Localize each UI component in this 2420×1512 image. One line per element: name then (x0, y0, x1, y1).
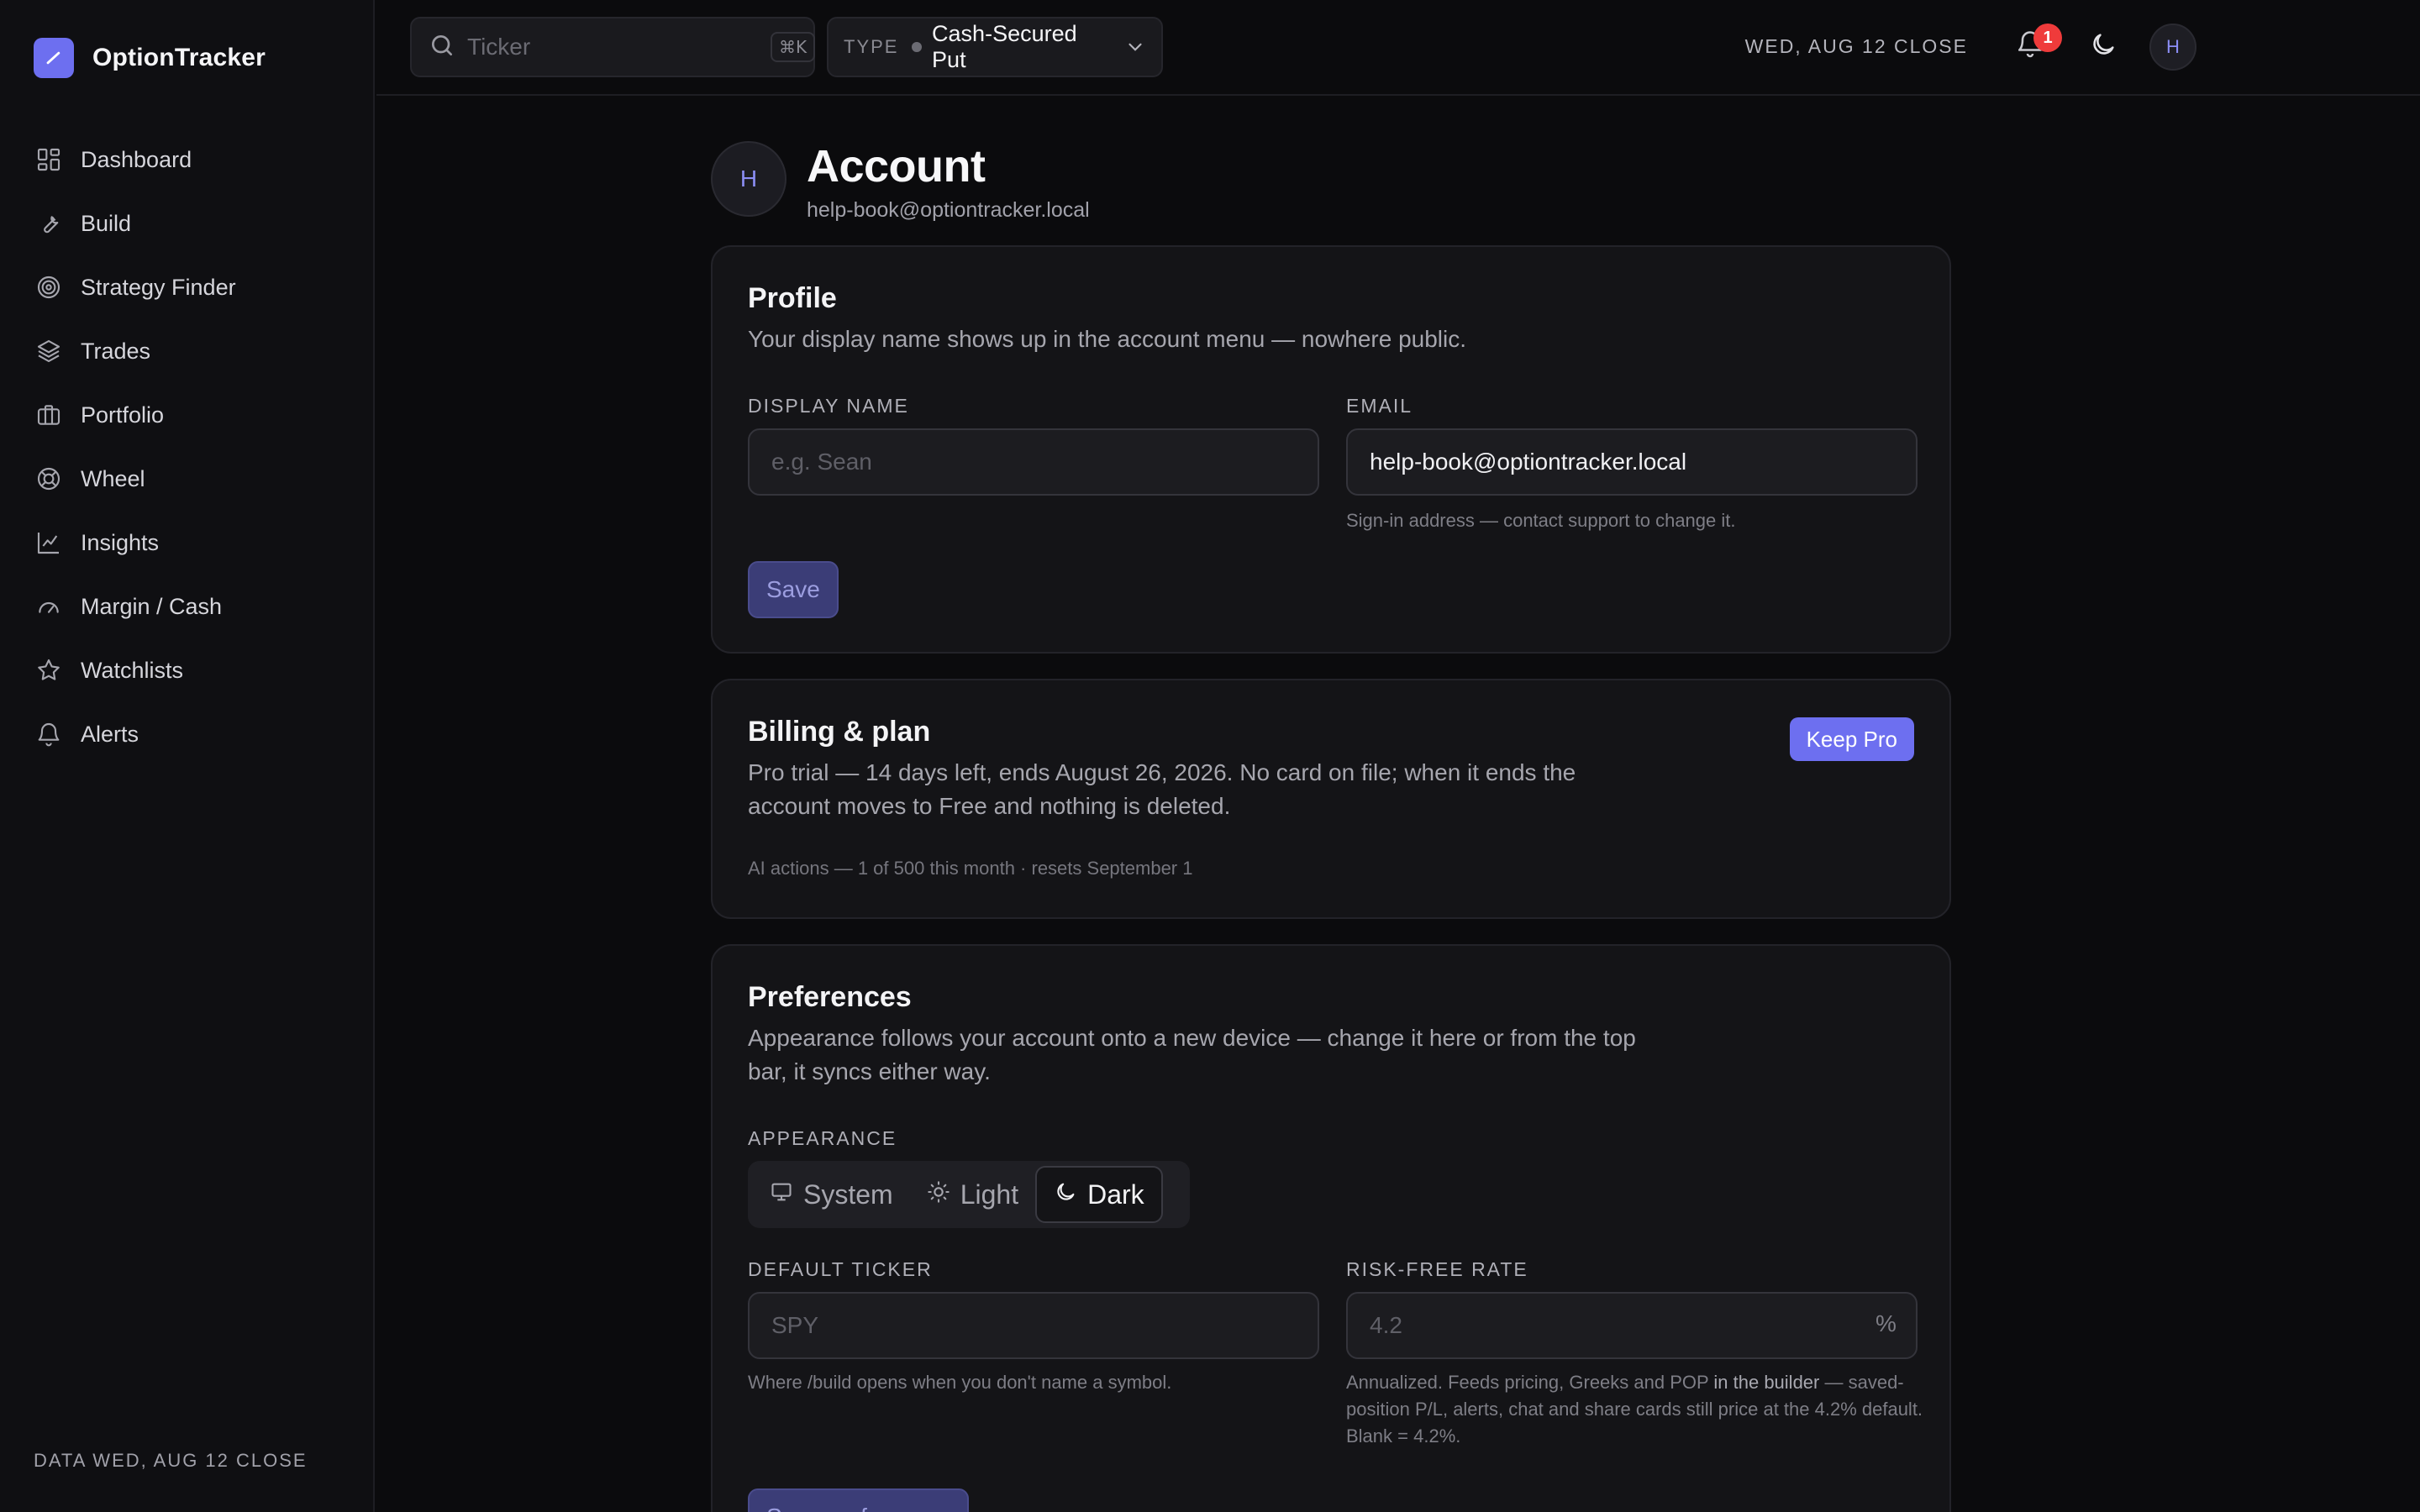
bell-icon (34, 719, 64, 749)
billing-description: Pro trial — 14 days left, ends August 26… (748, 759, 1576, 819)
type-value: Cash-Secured Put (932, 21, 1077, 72)
sidebar-data-status: DATA WED, AUG 12 CLOSE (34, 1450, 308, 1471)
appearance-toggle: System Light Dark (748, 1161, 1190, 1228)
theme-toggle-button[interactable] (2089, 30, 2123, 64)
sidebar-item-insights[interactable]: Insights (34, 511, 353, 575)
sidebar-item-wheel[interactable]: Wheel (34, 447, 353, 511)
notifications-button[interactable]: 1 (2015, 24, 2062, 64)
monitor-icon (770, 1179, 803, 1210)
gauge-icon (34, 591, 64, 622)
search-input[interactable] (467, 34, 771, 60)
sidebar-item-label: Strategy Finder (81, 274, 236, 300)
sidebar-item-label: Build (81, 210, 132, 236)
default-ticker-hint: Where /build opens when you don't name a… (748, 1372, 1172, 1393)
sidebar-item-label: Alerts (81, 721, 139, 747)
user-menu-avatar[interactable]: H (2149, 24, 2196, 71)
search-icon (429, 32, 455, 63)
default-ticker-field[interactable] (748, 1292, 1319, 1359)
moon-icon (2089, 34, 2118, 62)
star-icon (34, 655, 64, 685)
topbar: ⌘K TYPE Cash-Secured Put WED, AUG 12 CLO… (376, 0, 2420, 96)
brand[interactable]: OptionTracker (34, 38, 266, 78)
sun-icon (927, 1179, 960, 1210)
appearance-option-dark[interactable]: Dark (1035, 1166, 1163, 1223)
email-field[interactable] (1346, 428, 1918, 496)
profile-title: Profile (748, 282, 837, 314)
account-email: help-book@optiontracker.local (807, 198, 1090, 222)
risk-free-rate-unit: % (1876, 1310, 1897, 1336)
hint-emphasis: in the builder (1713, 1372, 1820, 1393)
grid-icon (34, 144, 64, 175)
sidebar-item-build[interactable]: Build (34, 192, 353, 255)
billing-card: Billing & plan Pro trial — 14 days left,… (711, 679, 1951, 919)
save-preferences-button[interactable]: Save preferences (748, 1488, 970, 1512)
briefcase-icon (34, 400, 64, 430)
appearance-option-label: Dark (1087, 1179, 1144, 1210)
appearance-option-label: Light (960, 1179, 1019, 1210)
risk-free-rate-field[interactable] (1346, 1292, 1918, 1359)
sidebar-item-dashboard[interactable]: Dashboard (34, 128, 353, 192)
type-dot (912, 42, 923, 52)
page-title: Account (807, 141, 986, 192)
search-shortcut-hint: ⌘K (771, 32, 816, 62)
type-label: TYPE (844, 36, 899, 57)
sidebar-nav: Dashboard Build Strategy Finder Trades P… (34, 128, 353, 766)
sidebar-item-margin-cash[interactable]: Margin / Cash (34, 575, 353, 638)
preferences-description: Appearance follows your account onto a n… (748, 1025, 1636, 1084)
email-label: EMAIL (1346, 395, 1413, 417)
sidebar: OptionTracker Dashboard Build Strategy F… (0, 0, 375, 1512)
appearance-option-label: System (803, 1179, 893, 1210)
notification-count-badge: 1 (2033, 24, 2062, 52)
sidebar-item-label: Wheel (81, 465, 145, 491)
sidebar-item-label: Watchlists (81, 657, 184, 683)
strategy-type-select[interactable]: TYPE Cash-Secured Put (827, 17, 1163, 77)
account-heading: Account help-book@optiontracker.local (807, 139, 1090, 223)
sidebar-item-trades[interactable]: Trades (34, 319, 353, 383)
appearance-label: APPEARANCE (748, 1127, 897, 1149)
profile-card: Profile Your display name shows up in th… (711, 245, 1951, 654)
appearance-option-light[interactable]: Light (910, 1166, 1035, 1223)
account-header: H Account help-book@optiontracker.local (711, 139, 1090, 223)
sidebar-item-label: Insights (81, 529, 160, 555)
chart-line-icon (34, 38, 74, 78)
sidebar-item-strategy-finder[interactable]: Strategy Finder (34, 255, 353, 319)
risk-free-rate-label: RISK-FREE RATE (1346, 1258, 1528, 1280)
avatar: H (711, 141, 786, 217)
email-hint: Sign-in address — contact support to cha… (1346, 510, 1736, 531)
ticker-search[interactable]: ⌘K (410, 17, 816, 77)
keep-pro-button[interactable]: Keep Pro (1789, 717, 1914, 761)
line-chart-icon (34, 528, 64, 558)
profile-description: Your display name shows up in the accoun… (748, 326, 1467, 352)
ai-usage-note: AI actions — 1 of 500 this month · reset… (748, 858, 1193, 879)
chevron-down-icon (1124, 36, 1146, 58)
preferences-card: Preferences Appearance follows your acco… (711, 944, 1951, 1512)
layers-icon (34, 336, 64, 366)
app-root: OptionTracker Dashboard Build Strategy F… (0, 0, 2420, 1512)
sidebar-item-label: Margin / Cash (81, 593, 223, 619)
sidebar-item-label: Portfolio (81, 402, 165, 428)
risk-free-rate-hint: Annualized. Feeds pricing, Greeks and PO… (1346, 1369, 1926, 1450)
billing-title: Billing & plan (748, 716, 931, 748)
market-date-label: WED, AUG 12 CLOSE (1744, 35, 1968, 57)
sidebar-item-watchlists[interactable]: Watchlists (34, 638, 353, 702)
wrench-icon (34, 208, 64, 239)
sidebar-item-label: Trades (81, 338, 151, 364)
lifebuoy-icon (34, 464, 64, 494)
appearance-option-system[interactable]: System (753, 1166, 910, 1223)
moon-icon (1054, 1179, 1087, 1210)
save-profile-button[interactable]: Save (748, 561, 839, 618)
preferences-title: Preferences (748, 981, 912, 1013)
sidebar-item-portfolio[interactable]: Portfolio (34, 383, 353, 447)
default-ticker-label: DEFAULT TICKER (748, 1258, 933, 1280)
sidebar-item-alerts[interactable]: Alerts (34, 702, 353, 766)
display-name-field[interactable] (748, 428, 1319, 496)
brand-name: OptionTracker (92, 44, 266, 71)
sidebar-item-label: Dashboard (81, 146, 192, 172)
hint-text: Annualized. Feeds pricing, Greeks and PO… (1346, 1372, 1714, 1393)
display-name-label: DISPLAY NAME (748, 395, 909, 417)
target-icon (34, 272, 64, 302)
